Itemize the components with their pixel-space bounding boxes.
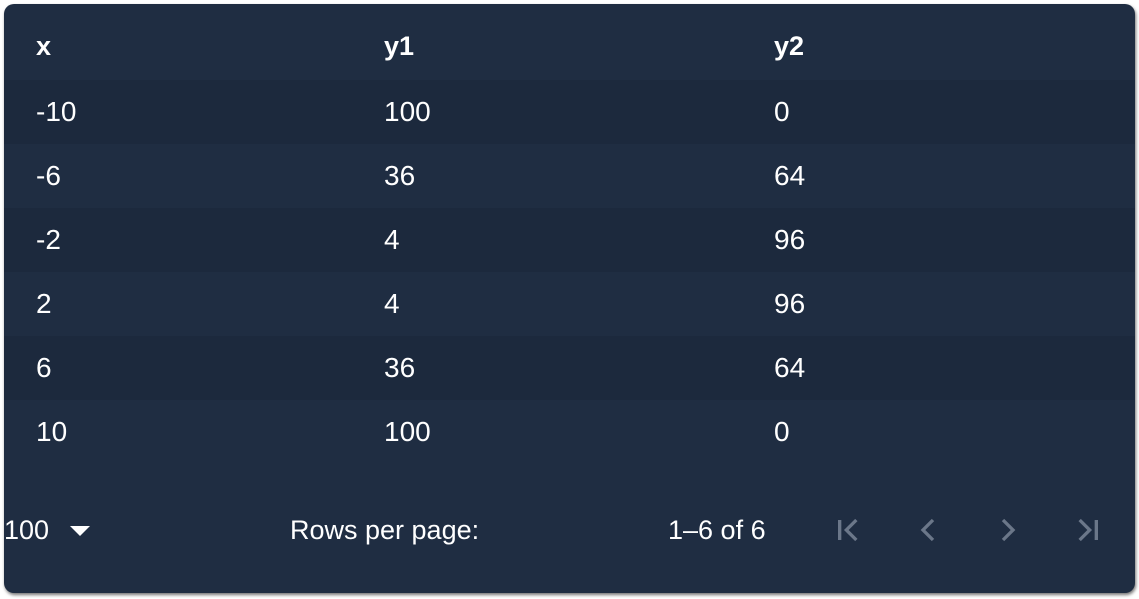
rows-per-page-value: 100 [4,515,50,545]
cell-x: 6 [36,352,52,383]
cell-y2: 64 [774,352,806,383]
last-page-button[interactable] [1068,510,1108,550]
cell-x: 2 [36,288,52,319]
table-row: -2 4 96 [4,208,1135,272]
cell-y2: 0 [774,416,790,447]
column-header-y1[interactable]: y1 [384,16,414,80]
cell-x: -6 [36,160,61,191]
cell-y1: 36 [384,352,416,383]
table-pagination: Rows per page: 100 1–6 of 6 [4,496,1135,564]
column-header-y2[interactable]: y2 [774,16,804,80]
cell-y1: 100 [384,96,431,127]
cell-x: -10 [36,96,77,127]
pagination-range: 1–6 of 6 [668,515,766,545]
data-table-panel: x y1 y2 -10 100 0 -6 36 64 -2 4 96 2 4 9… [4,4,1135,593]
table-row: 6 36 64 [4,336,1135,400]
cell-y1: 4 [384,224,400,255]
cell-y2: 96 [774,288,806,319]
column-header-x[interactable]: x [36,16,51,80]
table-row: 10 100 0 [4,400,1135,464]
cell-y1: 4 [384,288,400,319]
table-row: -10 100 0 [4,80,1135,144]
table-row: -6 36 64 [4,144,1135,208]
cell-y2: 64 [774,160,806,191]
first-page-icon [838,518,858,542]
cell-y1: 100 [384,416,431,447]
cell-x: -2 [36,224,61,255]
rows-per-page-label: Rows per page: [290,515,480,545]
next-page-button[interactable] [988,510,1028,550]
first-page-button[interactable] [828,510,868,550]
cell-y2: 0 [774,96,790,127]
table-row: 2 4 96 [4,272,1135,336]
cell-y2: 96 [774,224,806,255]
chevron-right-icon [1001,518,1016,542]
caret-down-icon [70,526,90,536]
last-page-icon [1078,518,1098,542]
previous-page-button[interactable] [908,510,948,550]
rows-per-page-select[interactable]: 100 [4,496,94,564]
cell-y1: 36 [384,160,416,191]
chevron-left-icon [920,518,935,542]
table-header-row: x y1 y2 [4,16,1135,80]
cell-x: 10 [36,416,68,447]
